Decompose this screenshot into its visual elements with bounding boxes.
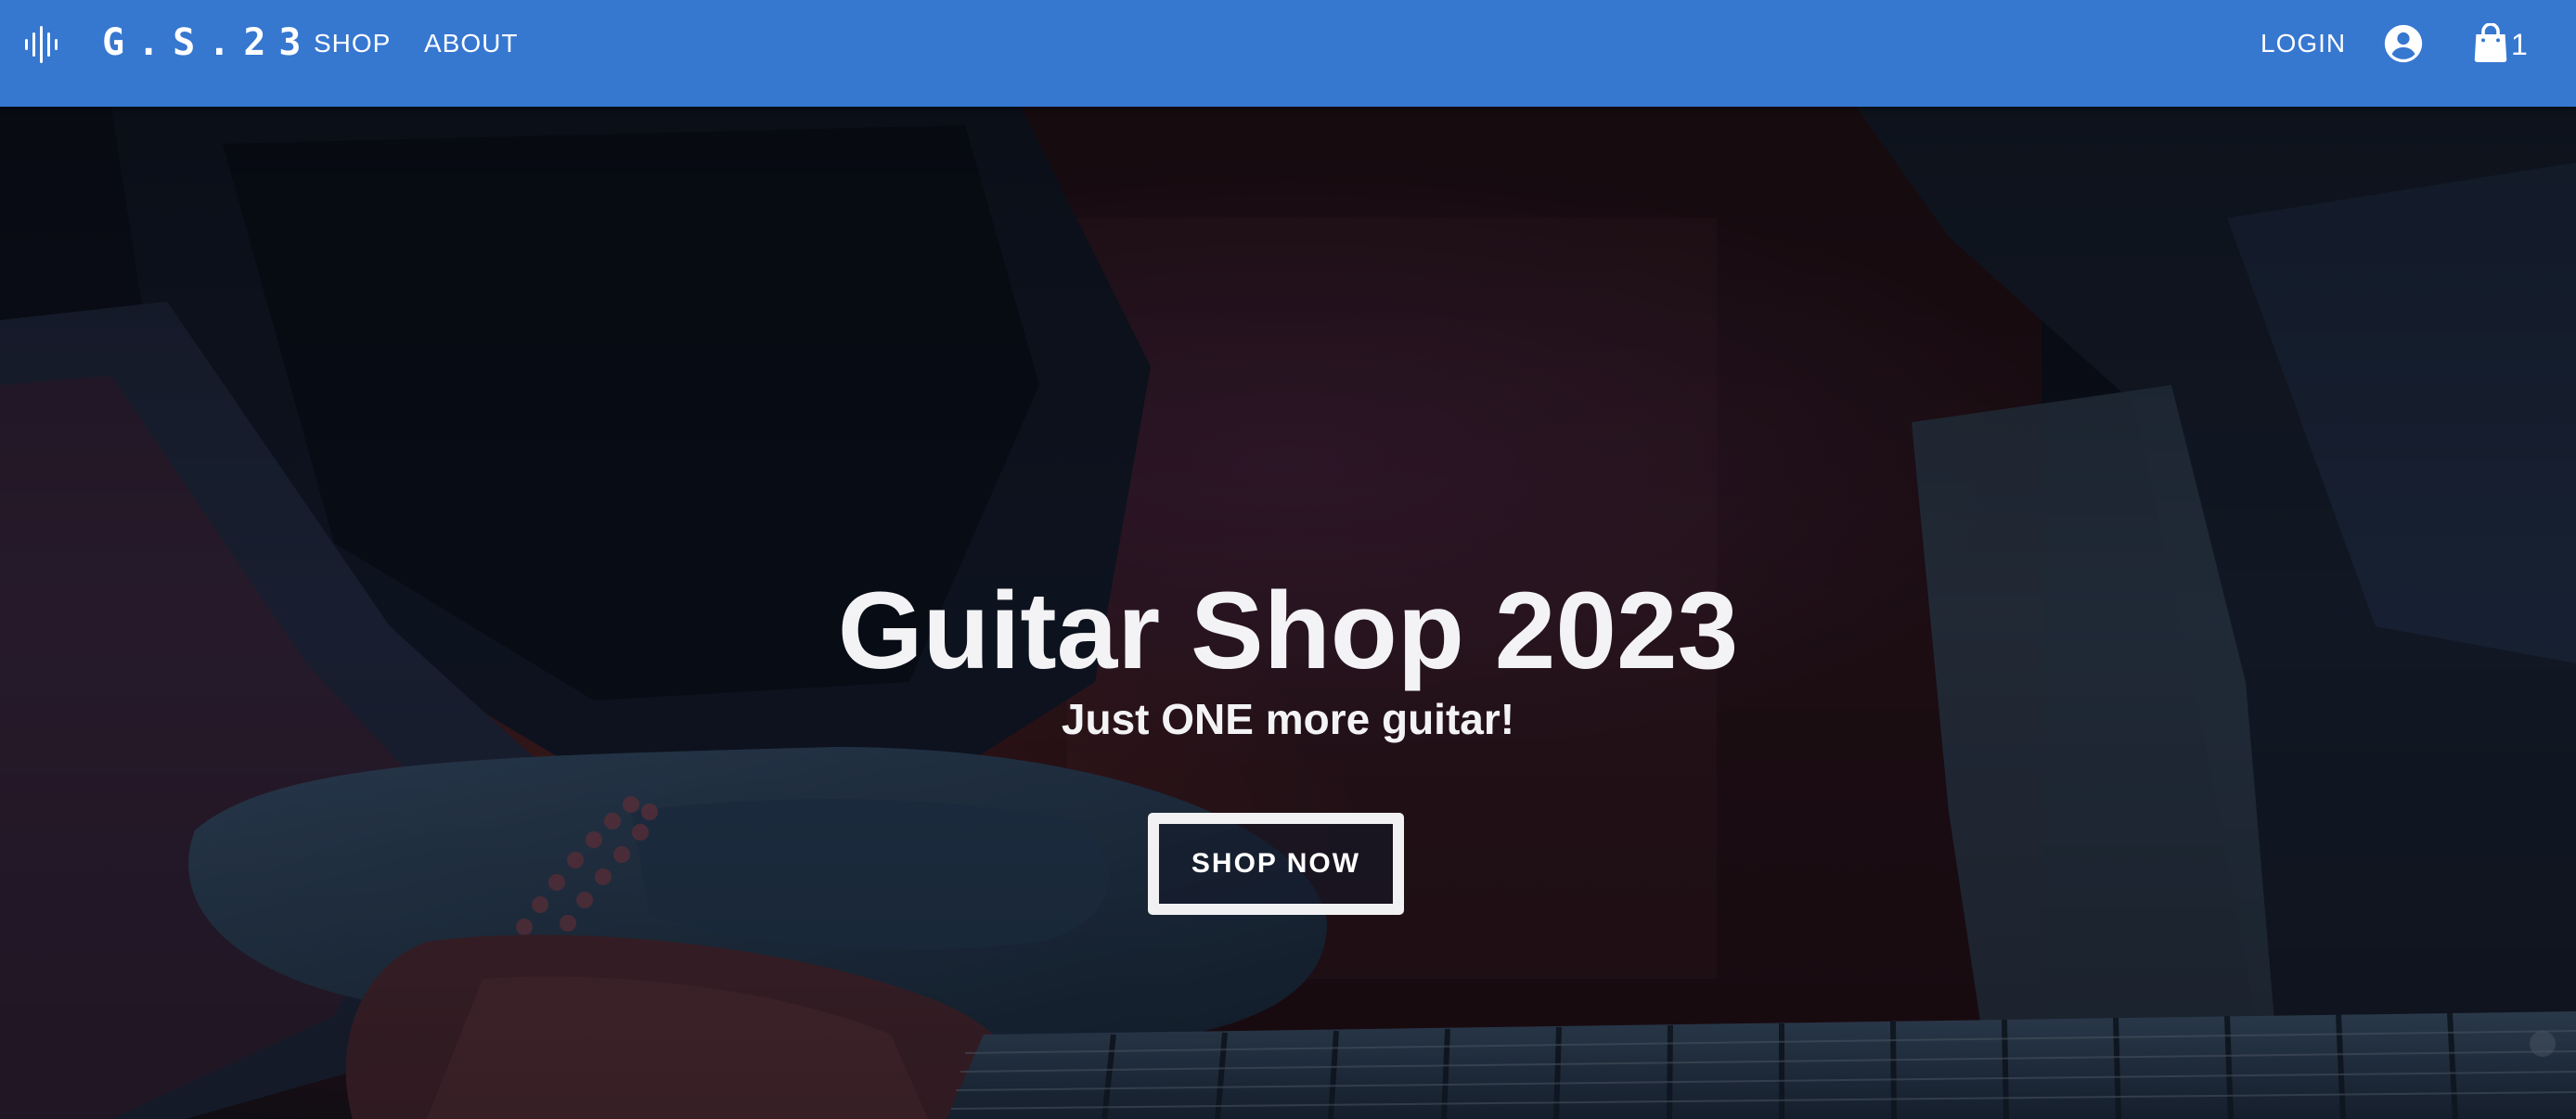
brand-logo-text[interactable]: G.S.23 <box>102 22 315 63</box>
login-button[interactable]: LOGIN <box>2260 28 2346 59</box>
waveform-icon[interactable] <box>24 26 61 63</box>
nav-about-link[interactable]: ABOUT <box>424 28 518 59</box>
hero-banner: Guitar Shop 2023 Just ONE more guitar! S… <box>0 107 2576 1119</box>
nav-shop-link[interactable]: SHOP <box>314 28 391 59</box>
hero-title: Guitar Shop 2023 <box>837 570 1739 692</box>
account-circle-icon[interactable] <box>2383 23 2424 64</box>
top-app-bar: G.S.23 SHOP ABOUT LOGIN 1 <box>0 0 2576 107</box>
shop-now-button[interactable]: SHOP NOW <box>1148 813 1404 915</box>
cart-button[interactable]: 1 <box>2474 22 2528 63</box>
cart-count-badge: 1 <box>2511 28 2528 61</box>
shopping-bag-icon <box>2474 23 2507 62</box>
hero-subtitle: Just ONE more guitar! <box>1061 695 1515 743</box>
